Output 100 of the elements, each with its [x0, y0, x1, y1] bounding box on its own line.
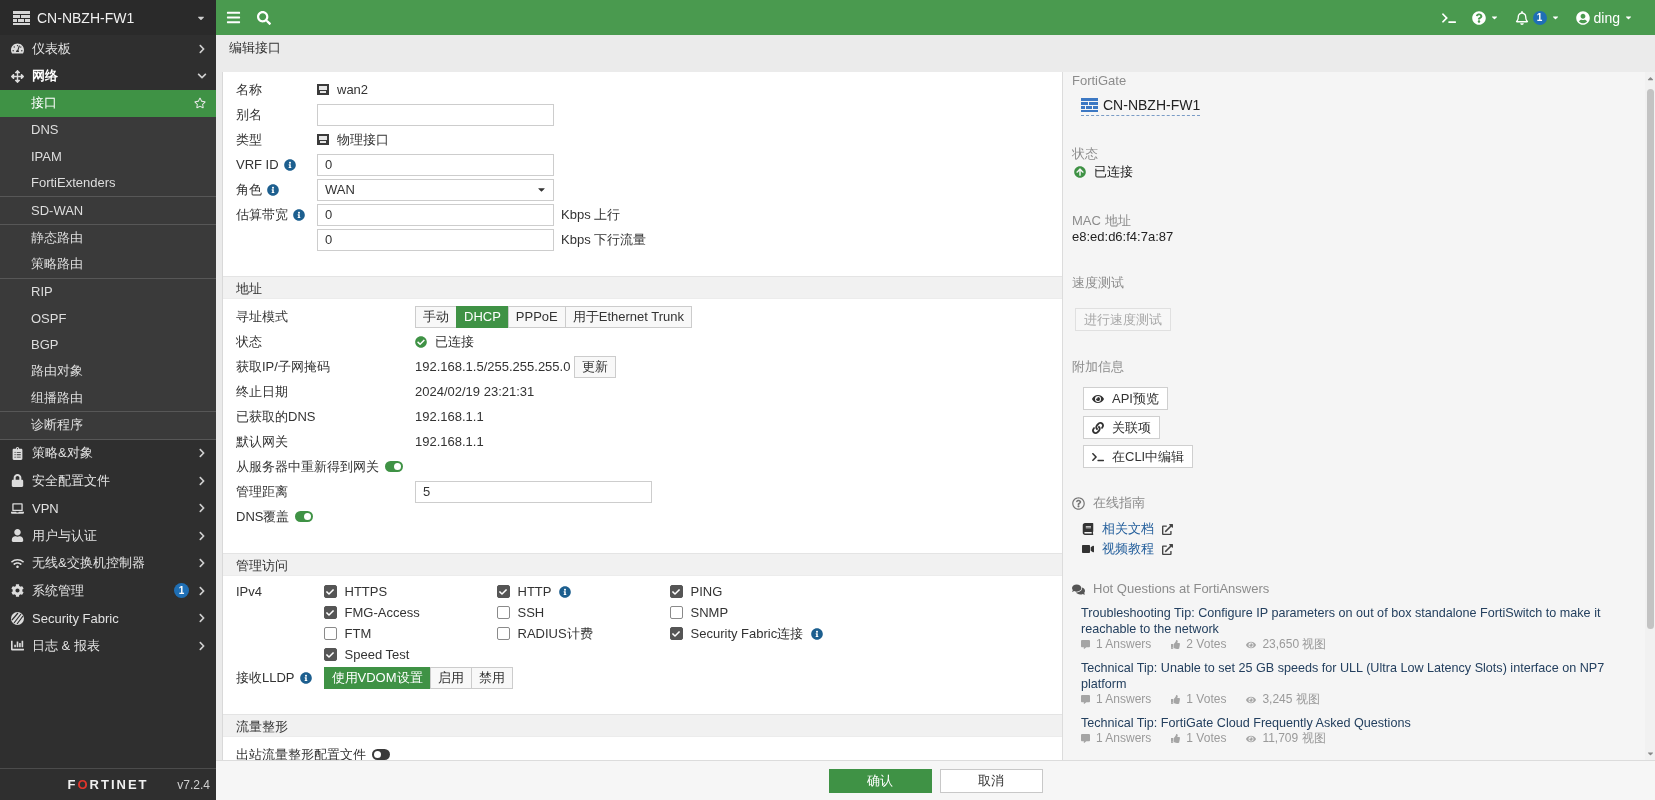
action-button[interactable]: 在CLI中编辑: [1083, 445, 1194, 468]
text-field[interactable]: 0: [317, 228, 554, 251]
checkbox[interactable]: [323, 627, 337, 640]
text-field[interactable]: 0: [317, 153, 554, 176]
sidebar-subitem[interactable]: 静态路由: [0, 224, 216, 251]
laptop-icon: [10, 501, 24, 515]
segment-button[interactable]: 手动: [415, 305, 457, 328]
info-icon[interactable]: [811, 627, 824, 640]
guide-link[interactable]: 相关文档: [1082, 519, 1173, 539]
page-title: 编辑接口: [229, 40, 281, 55]
cancel-button[interactable]: 取消: [939, 768, 1043, 793]
info-icon[interactable]: [559, 585, 572, 598]
caret-icon: [1624, 13, 1633, 22]
sidebar-item[interactable]: 日志 & 报表: [0, 632, 216, 660]
guide-link[interactable]: 视频教程: [1082, 539, 1173, 559]
device-link[interactable]: CN-NBZH-FW1: [1081, 97, 1201, 116]
select-field[interactable]: WAN: [317, 178, 554, 201]
segment-button[interactable]: 启用: [429, 666, 472, 689]
sidebar-subitem[interactable]: RIP: [0, 278, 216, 305]
info-icon[interactable]: [293, 208, 305, 221]
check-icon: [326, 587, 335, 596]
text-field[interactable]: 5: [415, 480, 652, 503]
sidebar-subitem[interactable]: 接口: [0, 90, 216, 117]
sidebar-subitem[interactable]: 策略路由: [0, 251, 216, 278]
question-link[interactable]: Technical Tip: Unable to set 25 GB speeds for ULL (Ultra Low Latency Slots) interface on NP7 platform: [1081, 660, 1635, 692]
section-header: 流量整形: [223, 714, 1062, 737]
sidebar-subitem[interactable]: 路由对象: [0, 358, 216, 385]
checkbox-label: RADIUS计费: [517, 624, 593, 643]
toggle-switch[interactable]: [372, 749, 390, 760]
checkbox-label: SSH: [517, 605, 545, 620]
toggle-switch[interactable]: [295, 511, 314, 522]
sidebar-item[interactable]: 网络: [0, 62, 216, 90]
checkbox[interactable]: [669, 585, 683, 598]
sidebar-subitem[interactable]: DNS: [0, 116, 216, 143]
text-field[interactable]: [317, 103, 554, 126]
sidebar-subitem[interactable]: FortiExtenders: [0, 169, 216, 196]
sidebar-item[interactable]: VPN: [0, 494, 216, 522]
sidebar-subitem[interactable]: OSPF: [0, 305, 216, 332]
field-value: 192.168.1.1: [415, 434, 484, 449]
confirm-button[interactable]: 确认: [828, 768, 932, 793]
checkbox[interactable]: [496, 606, 510, 619]
sidebar-subitem[interactable]: 组播路由: [0, 384, 216, 411]
sidebar-item[interactable]: 用户与认证: [0, 522, 216, 550]
info-icon[interactable]: [267, 183, 279, 196]
sidebar-item[interactable]: 系统管理 1: [0, 577, 216, 605]
question-link[interactable]: Technical Tip: FortiGate Cloud Frequently Asked Questions: [1081, 715, 1635, 731]
check-icon: [326, 650, 335, 659]
scrollbar-thumb[interactable]: [1646, 89, 1654, 629]
field-value: 物理接口: [337, 130, 389, 149]
sidebar-subitem[interactable]: 诊断程序: [0, 412, 216, 439]
info-icon[interactable]: [299, 671, 312, 684]
menu-icon: [226, 10, 241, 25]
segment-button[interactable]: 禁用: [470, 666, 513, 689]
check-icon: [672, 587, 681, 596]
checkbox[interactable]: [323, 606, 337, 619]
lock-icon: [10, 474, 24, 488]
sidebar-subitem[interactable]: SD-WAN: [0, 197, 216, 224]
toggle-switch[interactable]: [385, 461, 403, 472]
action-button[interactable]: API预览: [1083, 387, 1168, 410]
sidebar-subitem[interactable]: BGP: [0, 331, 216, 358]
text-field[interactable]: 0: [317, 203, 554, 226]
checkbox[interactable]: [669, 606, 683, 619]
scroll-up-icon[interactable]: [1645, 74, 1655, 83]
mac-address: e8:ed:d6:f4:7a:87: [1072, 229, 1174, 244]
checkbox[interactable]: [669, 627, 683, 640]
vote-count: 1 Votes: [1186, 731, 1227, 746]
field-label: 寻址模式: [236, 307, 288, 326]
segment-button[interactable]: 使用VDOM设置: [323, 666, 431, 689]
sidebar-subitem[interactable]: IPAM: [0, 143, 216, 170]
sidebar-item[interactable]: 安全配置文件: [0, 467, 216, 495]
checkbox[interactable]: [496, 627, 510, 640]
sidebar-item[interactable]: 策略&对象: [0, 439, 216, 467]
checkbox[interactable]: [323, 585, 337, 598]
clipboard-icon: [10, 446, 24, 460]
checkbox[interactable]: [496, 585, 510, 598]
info-icon[interactable]: [283, 158, 296, 171]
section-header: 地址: [223, 276, 1062, 299]
sidebar-item[interactable]: 无线&交换机控制器: [0, 549, 216, 577]
scroll-down-icon[interactable]: [1645, 749, 1655, 758]
field-label: 接收LLDP: [236, 668, 295, 687]
sidebar-item[interactable]: Security Fabric: [0, 604, 216, 632]
sidebar-item[interactable]: 仪表板: [0, 35, 216, 63]
checkbox-label: SNMP: [690, 605, 729, 620]
renew-button[interactable]: 更新: [574, 355, 617, 378]
field-label: 名称: [236, 80, 262, 99]
check-icon: [326, 608, 335, 617]
device-icon: [1081, 98, 1098, 112]
count-badge: 1: [174, 583, 189, 599]
field-value: 192.168.1.5/255.255.255.0: [415, 359, 571, 374]
user-icon: [10, 529, 24, 543]
segment-button[interactable]: 用于Ethernet Trunk: [564, 305, 693, 328]
segment-button[interactable]: PPPoE: [507, 305, 566, 328]
field-label: 已获取的DNS: [236, 407, 316, 426]
action-button[interactable]: 关联项: [1083, 416, 1160, 439]
star-icon[interactable]: [194, 97, 206, 110]
notifications-button[interactable]: 1: [1506, 0, 1568, 35]
question-link[interactable]: Troubleshooting Tip: Configure IP parameters on out of box standalone FortiSwitch to make it reachable to the network: [1081, 605, 1635, 637]
segment-button[interactable]: DHCP: [456, 305, 509, 328]
device-menu[interactable]: CN-NBZH-FW1: [0, 0, 216, 35]
checkbox[interactable]: [323, 648, 337, 661]
